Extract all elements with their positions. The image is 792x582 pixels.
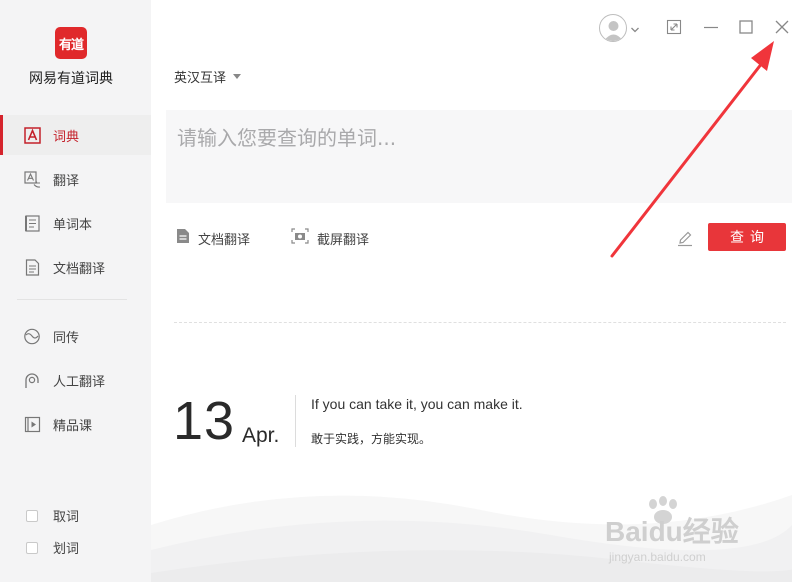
sidebar-item-course[interactable]: 精品课	[0, 404, 151, 444]
sidebar-item-label: 翻译	[53, 173, 80, 189]
screenshot-translate-button[interactable]: 截屏翻译	[291, 228, 369, 248]
simultaneous-icon	[23, 327, 41, 345]
chevron-down-icon[interactable]	[630, 19, 640, 38]
sidebar-item-label: 精品课	[53, 418, 93, 434]
sidebar-item-document-translate[interactable]: 文档翻译	[0, 247, 151, 287]
dictionary-icon	[23, 126, 41, 144]
human-translate-icon	[23, 371, 41, 389]
sidebar-item-label: 同传	[53, 330, 80, 346]
document-translate-icon	[23, 258, 41, 276]
sidebar-item-label: 词典	[53, 129, 80, 145]
caret-down-icon	[233, 74, 242, 79]
sidebar-item-human-translate[interactable]: 人工翻译	[0, 360, 151, 400]
close-icon[interactable]	[774, 19, 790, 35]
query-button[interactable]: 查询	[708, 223, 786, 251]
avatar-icon[interactable]	[599, 14, 627, 42]
screenshot-icon	[291, 228, 309, 248]
language-mode-label: 英汉互译	[174, 71, 227, 86]
document-icon	[176, 228, 190, 248]
checkbox[interactable]	[26, 541, 38, 554]
translate-icon	[23, 170, 41, 188]
sidebar-item-simultaneous[interactable]: 同传	[0, 316, 151, 356]
maximize-icon[interactable]	[738, 19, 754, 35]
daily-quote-english[interactable]: If you can take it, you can make it.	[311, 396, 523, 412]
sidebar-divider	[17, 299, 127, 300]
checkbox-label: 取词	[53, 510, 80, 525]
sidebar-item-label: 文档翻译	[53, 261, 106, 277]
document-translate-button[interactable]: 文档翻译	[176, 228, 250, 248]
app-name: 网易有道词典	[29, 71, 113, 87]
tool-label: 文档翻译	[198, 232, 251, 248]
sidebar-item-wordbook[interactable]: 单词本	[0, 203, 151, 243]
shrink-icon[interactable]	[666, 19, 682, 35]
handwrite-icon[interactable]	[676, 229, 694, 247]
search-input[interactable]	[166, 110, 792, 203]
sidebar-item-dictionary[interactable]: 词典	[0, 115, 151, 155]
divider	[174, 322, 786, 323]
sidebar-item-label: 单词本	[53, 217, 93, 233]
daily-day: 13	[173, 391, 236, 451]
pick-word-checkbox[interactable]: 取词	[26, 506, 79, 525]
select-word-checkbox[interactable]: 划词	[26, 538, 79, 557]
course-icon	[23, 415, 41, 433]
daily-month: Apr.	[242, 424, 280, 447]
minimize-icon[interactable]	[703, 19, 719, 35]
tool-label: 截屏翻译	[317, 232, 370, 248]
checkbox-label: 划词	[53, 542, 80, 557]
app-logo: 有道	[55, 27, 87, 59]
sidebar: 有道 网易有道词典 词典 翻译 单词本 文档翻译 同传 人工翻译 精品课 取词 …	[0, 0, 151, 582]
decorative-waves	[151, 495, 792, 582]
checkbox[interactable]	[26, 509, 38, 522]
sidebar-item-label: 人工翻译	[53, 374, 106, 390]
sidebar-item-translate[interactable]: 翻译	[0, 159, 151, 199]
wordbook-icon	[23, 214, 41, 232]
daily-separator	[295, 395, 296, 447]
language-mode-select[interactable]: 英汉互译	[174, 67, 242, 86]
daily-quote-chinese[interactable]: 敢于实践，方能实现。	[311, 430, 431, 447]
